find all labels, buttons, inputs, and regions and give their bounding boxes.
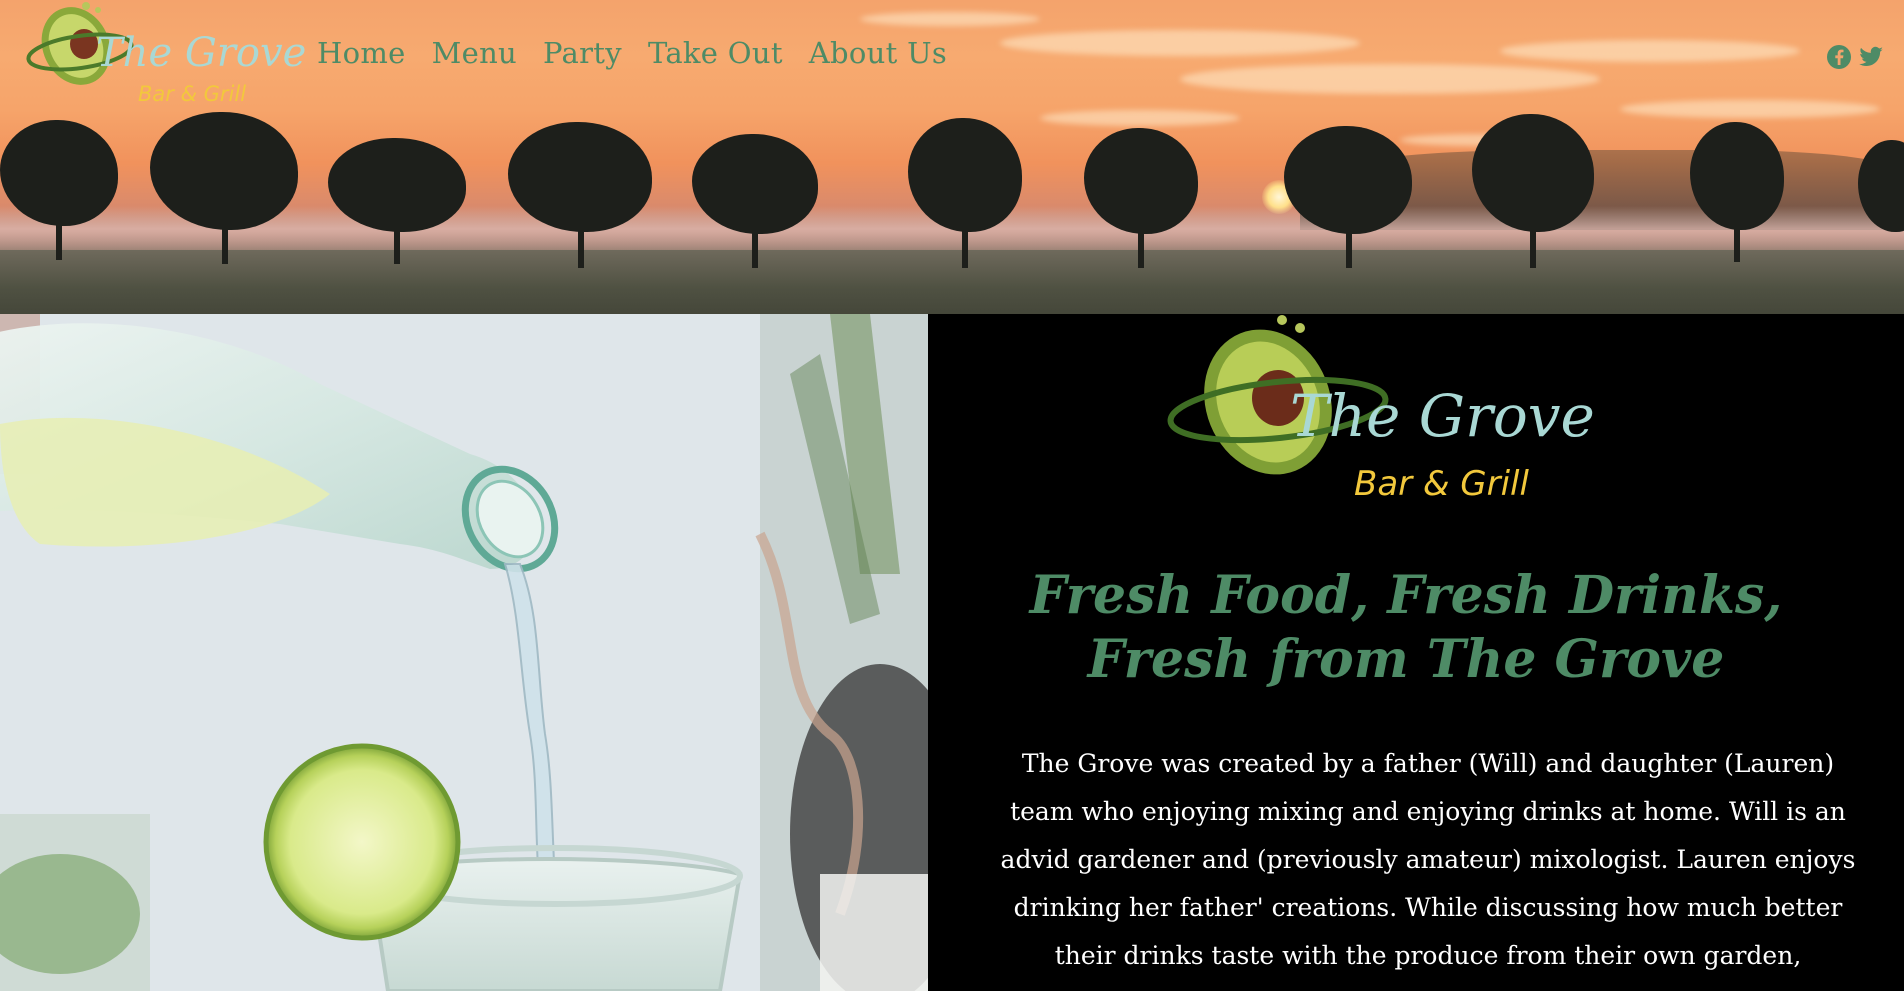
tree-silhouette <box>1690 122 1786 262</box>
nav-home[interactable]: Home <box>317 36 406 70</box>
tree-silhouette <box>692 134 820 268</box>
page-headline: Fresh Food, Fresh Drinks, Fresh from The… <box>1029 565 1783 690</box>
cloud <box>1180 64 1600 94</box>
header-logo-tagline: Bar & Grill <box>138 82 247 106</box>
tree-silhouette <box>150 112 300 264</box>
tree-silhouette <box>508 122 654 268</box>
tree-silhouette <box>1284 126 1414 268</box>
main-logo-name: The Grove <box>1290 382 1595 450</box>
hero-drink-photo <box>0 314 928 991</box>
tree-silhouette <box>1858 140 1904 260</box>
header-logo-name: The Grove <box>96 30 307 76</box>
nav-take-out[interactable]: Take Out <box>648 36 783 70</box>
hero-header: The Grove Bar & Grill Home Menu Party Ta… <box>0 0 1904 314</box>
nav-menu[interactable]: Menu <box>432 36 517 70</box>
facebook-icon[interactable] <box>1826 44 1852 70</box>
cloud <box>1620 100 1880 118</box>
nav-party[interactable]: Party <box>543 36 622 70</box>
cloud <box>1040 110 1240 126</box>
nav-about-us[interactable]: About Us <box>809 36 947 70</box>
main-logo: The Grove Bar & Grill <box>1160 314 1620 514</box>
header-logo[interactable]: The Grove Bar & Grill <box>26 0 306 112</box>
tree-silhouette <box>328 138 468 264</box>
tree-silhouette <box>1084 128 1200 268</box>
cloud <box>860 12 1040 26</box>
tree-silhouette <box>1472 114 1596 268</box>
about-paragraph: The Grove was created by a father (Will)… <box>1000 749 1856 970</box>
twitter-icon[interactable] <box>1858 44 1884 70</box>
cloud <box>1000 30 1360 56</box>
main-nav: Home Menu Party Take Out About Us <box>317 36 973 70</box>
main-logo-tagline: Bar & Grill <box>1354 464 1529 504</box>
about-section: The Grove Bar & Grill Fresh Food, Fresh … <box>928 314 1904 991</box>
tree-silhouette <box>908 118 1024 268</box>
cloud <box>1500 40 1800 62</box>
social-links <box>1826 44 1884 70</box>
pouring-water-image <box>0 314 928 991</box>
tree-silhouette <box>0 120 120 260</box>
